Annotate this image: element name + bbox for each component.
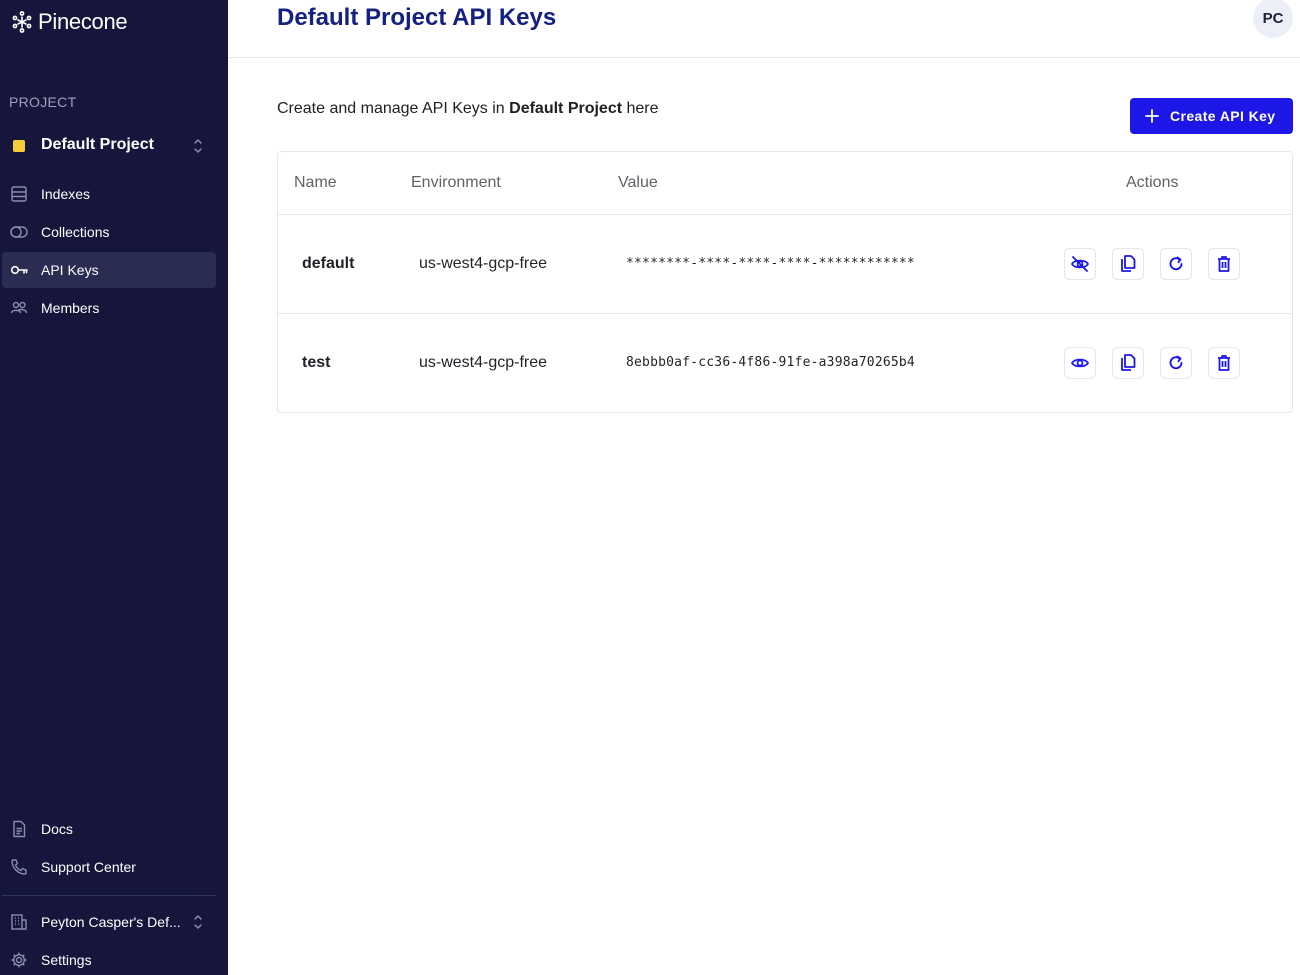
sidebar-item-docs[interactable]: Docs xyxy=(2,811,216,847)
sidebar-item-members[interactable]: Members xyxy=(2,290,216,326)
sidebar-item-label: Support Center xyxy=(41,859,136,875)
document-icon xyxy=(13,820,26,838)
sidebar-item-label: Settings xyxy=(41,952,92,968)
phone-icon xyxy=(11,859,27,875)
toggle-visibility-button[interactable] xyxy=(1064,248,1096,280)
key-name: default xyxy=(302,255,355,272)
delete-button[interactable] xyxy=(1208,248,1240,280)
indexes-icon xyxy=(11,186,27,202)
key-environment: us-west4-gcp-free xyxy=(419,354,548,371)
rotate-key-button[interactable] xyxy=(1160,347,1192,379)
sidebar-item-label: Docs xyxy=(41,821,73,837)
key-environment: us-west4-gcp-free xyxy=(419,255,548,272)
create-api-key-label: Create API Key xyxy=(1170,108,1276,124)
column-header-value: Value xyxy=(618,174,658,191)
table-row: default us-west4-gcp-free ********-****-… xyxy=(278,215,1292,314)
pinecone-logo-icon xyxy=(12,11,32,33)
key-value: ********-****-****-****-************ xyxy=(626,256,915,271)
brand[interactable]: Pinecone xyxy=(10,8,128,36)
refresh-icon xyxy=(1169,256,1183,271)
members-icon xyxy=(10,301,28,314)
sidebar-divider xyxy=(2,895,216,896)
chevron-updown-icon xyxy=(194,915,202,929)
refresh-icon xyxy=(1169,355,1183,370)
sidebar-item-label: Collections xyxy=(41,224,110,240)
intro-prefix: Create and manage API Keys in xyxy=(277,100,510,117)
avatar[interactable]: PC xyxy=(1253,0,1293,38)
project-section-label: PROJECT xyxy=(9,94,77,110)
sidebar-item-indexes[interactable]: Indexes xyxy=(2,176,216,212)
column-header-environment: Environment xyxy=(411,174,501,191)
trash-icon xyxy=(1218,256,1230,272)
gear-icon xyxy=(11,952,27,968)
chevron-updown-icon xyxy=(194,139,202,153)
key-icon xyxy=(10,265,28,275)
intro-project-name: Default Project xyxy=(509,100,623,117)
sidebar-item-collections[interactable]: Collections xyxy=(2,214,216,250)
create-api-key-button[interactable]: Create API Key xyxy=(1130,98,1293,134)
page-title: Default Project API Keys xyxy=(277,4,557,31)
sidebar-item-api-keys[interactable]: API Keys xyxy=(2,252,216,288)
plus-icon xyxy=(1145,109,1159,123)
column-header-name: Name xyxy=(294,174,337,191)
sidebar-item-label: Indexes xyxy=(41,186,91,202)
building-icon xyxy=(11,914,27,930)
organization-switcher[interactable]: Peyton Casper's Def... xyxy=(2,904,216,940)
column-header-actions: Actions xyxy=(1126,174,1179,191)
rotate-key-button[interactable] xyxy=(1160,248,1192,280)
project-switcher[interactable]: Default Project xyxy=(0,128,216,164)
sidebar-item-label: API Keys xyxy=(41,262,99,278)
project-name: Default Project xyxy=(41,136,154,153)
trash-icon xyxy=(1218,355,1230,371)
api-keys-table: Name Environment Value Actions default u… xyxy=(277,151,1293,413)
organization-name: Peyton Casper's Def... xyxy=(41,914,181,930)
key-name: test xyxy=(302,354,331,371)
copy-button[interactable] xyxy=(1112,248,1144,280)
intro-text: Create and manage API Keys in Default Pr… xyxy=(277,100,659,118)
sidebar: Pinecone PROJECT Default Project Indexes… xyxy=(0,0,228,975)
table-header: Name Environment Value Actions xyxy=(278,152,1292,215)
eye-off-icon xyxy=(1070,256,1090,272)
delete-button[interactable] xyxy=(1208,347,1240,379)
copy-icon xyxy=(1121,255,1136,272)
eye-icon xyxy=(1070,358,1090,368)
main-content: Default Project API Keys PC Create and m… xyxy=(228,0,1300,975)
key-value: 8ebbb0af-cc36-4f86-91fe-a398a70265b4 xyxy=(626,355,915,370)
toggle-visibility-button[interactable] xyxy=(1064,347,1096,379)
table-row: test us-west4-gcp-free 8ebbb0af-cc36-4f8… xyxy=(278,314,1292,413)
copy-button[interactable] xyxy=(1112,347,1144,379)
page-header: Default Project API Keys PC xyxy=(228,0,1300,58)
sidebar-item-support-center[interactable]: Support Center xyxy=(2,849,216,885)
brand-name: Pinecone xyxy=(38,9,128,34)
copy-icon xyxy=(1121,354,1136,371)
sidebar-item-label: Members xyxy=(41,300,100,316)
project-color-dot xyxy=(13,140,25,152)
collections-icon xyxy=(10,226,28,238)
intro-suffix: here xyxy=(622,100,659,117)
sidebar-item-settings[interactable]: Settings xyxy=(2,942,216,975)
